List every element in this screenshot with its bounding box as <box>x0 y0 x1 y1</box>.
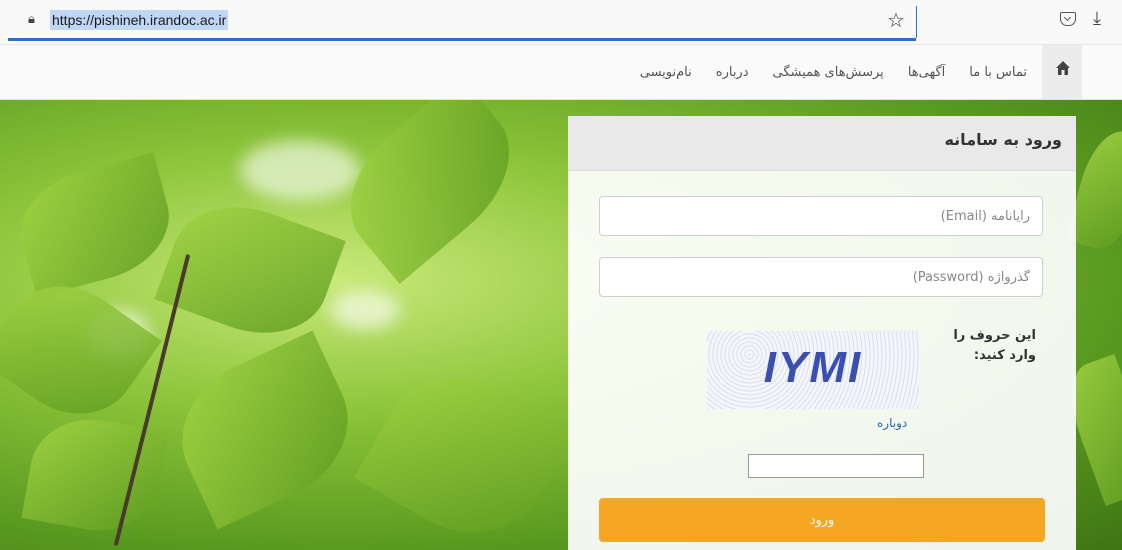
lock-icon[interactable]: 🔒︎ <box>28 12 35 27</box>
nav-item-about[interactable]: درباره <box>716 65 749 80</box>
leaf-shape <box>0 260 162 440</box>
login-button[interactable]: ورود <box>599 498 1045 542</box>
login-title: ورود به سامانه <box>944 130 1062 149</box>
download-icon[interactable]: ⤓ <box>1093 8 1101 29</box>
pocket-icon[interactable] <box>1060 12 1076 26</box>
urlbar-divider <box>916 6 917 38</box>
captcha-label: این حروف را وارد کنید: <box>953 328 1036 363</box>
light-spot <box>240 140 360 200</box>
leaf-shape <box>353 347 577 550</box>
nav-item-faq[interactable]: پرسش‌های همیشگی <box>773 65 884 80</box>
captcha-image: IYMI <box>707 331 919 409</box>
login-panel-header: ورود به سامانه <box>568 116 1076 171</box>
url-field[interactable]: https://pishineh.irandoc.ac.ir <box>50 10 229 30</box>
browser-toolbar: 🔒︎ https://pishineh.irandoc.ac.ir ☆ ⤓ <box>0 0 1122 45</box>
leaf-shape <box>158 330 372 530</box>
captcha-text: IYMI <box>763 343 863 392</box>
star-icon[interactable]: ☆ <box>887 9 905 31</box>
leaf-shape <box>322 100 538 284</box>
nav-item-ads[interactable]: آگهی‌ها <box>908 65 945 80</box>
urlbar-focus-outline <box>8 38 916 41</box>
email-field[interactable] <box>599 196 1043 236</box>
home-icon[interactable] <box>1055 60 1071 76</box>
nav-item-register[interactable]: نام‌نویسی <box>640 65 692 80</box>
light-spot <box>330 290 400 330</box>
captcha-input[interactable] <box>748 454 924 478</box>
nav-menu: نام‌نویسی درباره پرسش‌های همیشگی آگهی‌ها… <box>616 45 1027 99</box>
password-field[interactable] <box>599 257 1043 297</box>
captcha-refresh-link[interactable]: دوباره <box>877 416 907 430</box>
login-panel: ورود به سامانه این حروف را وارد کنید: IY… <box>568 116 1076 550</box>
leaf-shape <box>8 152 182 298</box>
nav-item-contact[interactable]: تماس با ما <box>969 65 1027 80</box>
